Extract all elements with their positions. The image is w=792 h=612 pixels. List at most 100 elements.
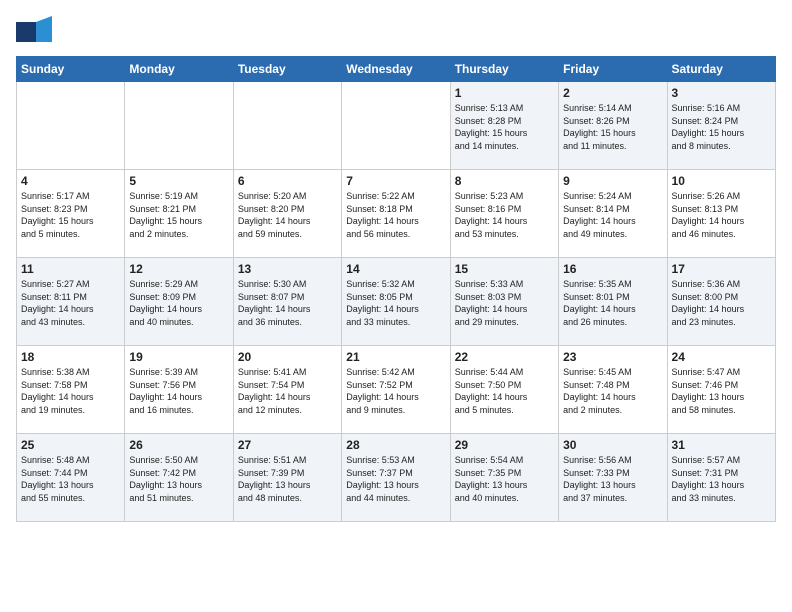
day-info: Sunrise: 5:35 AM Sunset: 8:01 PM Dayligh… <box>563 278 662 328</box>
day-number: 13 <box>238 262 337 276</box>
day-number: 5 <box>129 174 228 188</box>
day-info: Sunrise: 5:47 AM Sunset: 7:46 PM Dayligh… <box>672 366 771 416</box>
calendar-cell: 5 Sunrise: 5:19 AM Sunset: 8:21 PM Daylig… <box>125 170 233 258</box>
calendar-cell: 3 Sunrise: 5:16 AM Sunset: 8:24 PM Daylig… <box>667 82 775 170</box>
day-number: 21 <box>346 350 445 364</box>
day-info: Sunrise: 5:23 AM Sunset: 8:16 PM Dayligh… <box>455 190 554 240</box>
day-info: Sunrise: 5:41 AM Sunset: 7:54 PM Dayligh… <box>238 366 337 416</box>
day-number: 31 <box>672 438 771 452</box>
calendar-table: SundayMondayTuesdayWednesdayThursdayFrid… <box>16 56 776 522</box>
calendar-cell: 31 Sunrise: 5:57 AM Sunset: 7:31 PM Dayli… <box>667 434 775 522</box>
weekday-header-saturday: Saturday <box>667 57 775 82</box>
calendar-cell: 12 Sunrise: 5:29 AM Sunset: 8:09 PM Dayli… <box>125 258 233 346</box>
day-number: 17 <box>672 262 771 276</box>
day-info: Sunrise: 5:20 AM Sunset: 8:20 PM Dayligh… <box>238 190 337 240</box>
day-info: Sunrise: 5:57 AM Sunset: 7:31 PM Dayligh… <box>672 454 771 504</box>
day-info: Sunrise: 5:19 AM Sunset: 8:21 PM Dayligh… <box>129 190 228 240</box>
day-number: 15 <box>455 262 554 276</box>
day-number: 3 <box>672 86 771 100</box>
day-number: 14 <box>346 262 445 276</box>
calendar-cell: 19 Sunrise: 5:39 AM Sunset: 7:56 PM Dayli… <box>125 346 233 434</box>
day-number: 22 <box>455 350 554 364</box>
day-number: 16 <box>563 262 662 276</box>
day-number: 10 <box>672 174 771 188</box>
day-info: Sunrise: 5:24 AM Sunset: 8:14 PM Dayligh… <box>563 190 662 240</box>
day-number: 19 <box>129 350 228 364</box>
calendar-cell: 1 Sunrise: 5:13 AM Sunset: 8:28 PM Daylig… <box>450 82 558 170</box>
day-number: 24 <box>672 350 771 364</box>
day-info: Sunrise: 5:30 AM Sunset: 8:07 PM Dayligh… <box>238 278 337 328</box>
day-number: 12 <box>129 262 228 276</box>
calendar-cell: 22 Sunrise: 5:44 AM Sunset: 7:50 PM Dayli… <box>450 346 558 434</box>
calendar-cell: 4 Sunrise: 5:17 AM Sunset: 8:23 PM Daylig… <box>17 170 125 258</box>
weekday-header-thursday: Thursday <box>450 57 558 82</box>
day-number: 30 <box>563 438 662 452</box>
weekday-header-friday: Friday <box>559 57 667 82</box>
weekday-header-wednesday: Wednesday <box>342 57 450 82</box>
day-number: 8 <box>455 174 554 188</box>
day-info: Sunrise: 5:54 AM Sunset: 7:35 PM Dayligh… <box>455 454 554 504</box>
day-info: Sunrise: 5:53 AM Sunset: 7:37 PM Dayligh… <box>346 454 445 504</box>
day-number: 20 <box>238 350 337 364</box>
calendar-cell: 13 Sunrise: 5:30 AM Sunset: 8:07 PM Dayli… <box>233 258 341 346</box>
day-info: Sunrise: 5:51 AM Sunset: 7:39 PM Dayligh… <box>238 454 337 504</box>
calendar-cell: 17 Sunrise: 5:36 AM Sunset: 8:00 PM Dayli… <box>667 258 775 346</box>
calendar-cell <box>233 82 341 170</box>
day-number: 18 <box>21 350 120 364</box>
day-number: 1 <box>455 86 554 100</box>
calendar-cell <box>125 82 233 170</box>
weekday-header-tuesday: Tuesday <box>233 57 341 82</box>
calendar-cell: 20 Sunrise: 5:41 AM Sunset: 7:54 PM Dayli… <box>233 346 341 434</box>
calendar-cell: 2Sunrise: 5:14 AM Sunset: 8:26 PM Daylig… <box>559 82 667 170</box>
day-info: Sunrise: 5:27 AM Sunset: 8:11 PM Dayligh… <box>21 278 120 328</box>
day-number: 23 <box>563 350 662 364</box>
calendar-cell: 25 Sunrise: 5:48 AM Sunset: 7:44 PM Dayli… <box>17 434 125 522</box>
calendar-cell: 15 Sunrise: 5:33 AM Sunset: 8:03 PM Dayli… <box>450 258 558 346</box>
calendar-cell: 26 Sunrise: 5:50 AM Sunset: 7:42 PM Dayli… <box>125 434 233 522</box>
calendar-cell: 30 Sunrise: 5:56 AM Sunset: 7:33 PM Dayli… <box>559 434 667 522</box>
calendar-cell: 21 Sunrise: 5:42 AM Sunset: 7:52 PM Dayli… <box>342 346 450 434</box>
calendar-cell: 23Sunrise: 5:45 AM Sunset: 7:48 PM Dayli… <box>559 346 667 434</box>
calendar-cell: 28Sunrise: 5:53 AM Sunset: 7:37 PM Dayli… <box>342 434 450 522</box>
day-info: Sunrise: 5:44 AM Sunset: 7:50 PM Dayligh… <box>455 366 554 416</box>
day-number: 11 <box>21 262 120 276</box>
calendar-cell: 11 Sunrise: 5:27 AM Sunset: 8:11 PM Dayli… <box>17 258 125 346</box>
page-header <box>16 16 776 44</box>
calendar-cell: 16 Sunrise: 5:35 AM Sunset: 8:01 PM Dayli… <box>559 258 667 346</box>
calendar-cell: 29 Sunrise: 5:54 AM Sunset: 7:35 PM Dayli… <box>450 434 558 522</box>
day-info: Sunrise: 5:48 AM Sunset: 7:44 PM Dayligh… <box>21 454 120 504</box>
day-info: Sunrise: 5:13 AM Sunset: 8:28 PM Dayligh… <box>455 102 554 152</box>
day-info: Sunrise: 5:33 AM Sunset: 8:03 PM Dayligh… <box>455 278 554 328</box>
weekday-header-sunday: Sunday <box>17 57 125 82</box>
calendar-cell: 10 Sunrise: 5:26 AM Sunset: 8:13 PM Dayli… <box>667 170 775 258</box>
day-number: 29 <box>455 438 554 452</box>
logo-icon <box>16 16 48 44</box>
calendar-cell: 7Sunrise: 5:22 AM Sunset: 8:18 PM Daylig… <box>342 170 450 258</box>
weekday-header-monday: Monday <box>125 57 233 82</box>
day-info: Sunrise: 5:56 AM Sunset: 7:33 PM Dayligh… <box>563 454 662 504</box>
calendar-cell <box>342 82 450 170</box>
day-info: Sunrise: 5:16 AM Sunset: 8:24 PM Dayligh… <box>672 102 771 152</box>
day-number: 27 <box>238 438 337 452</box>
day-info: Sunrise: 5:42 AM Sunset: 7:52 PM Dayligh… <box>346 366 445 416</box>
day-info: Sunrise: 5:38 AM Sunset: 7:58 PM Dayligh… <box>21 366 120 416</box>
calendar-cell: 8 Sunrise: 5:23 AM Sunset: 8:16 PM Daylig… <box>450 170 558 258</box>
day-info: Sunrise: 5:29 AM Sunset: 8:09 PM Dayligh… <box>129 278 228 328</box>
day-number: 9 <box>563 174 662 188</box>
day-info: Sunrise: 5:26 AM Sunset: 8:13 PM Dayligh… <box>672 190 771 240</box>
calendar-cell: 24 Sunrise: 5:47 AM Sunset: 7:46 PM Dayli… <box>667 346 775 434</box>
calendar-cell: 27 Sunrise: 5:51 AM Sunset: 7:39 PM Dayli… <box>233 434 341 522</box>
day-info: Sunrise: 5:32 AM Sunset: 8:05 PM Dayligh… <box>346 278 445 328</box>
calendar-cell: 9 Sunrise: 5:24 AM Sunset: 8:14 PM Daylig… <box>559 170 667 258</box>
day-number: 26 <box>129 438 228 452</box>
day-number: 4 <box>21 174 120 188</box>
day-info: Sunrise: 5:39 AM Sunset: 7:56 PM Dayligh… <box>129 366 228 416</box>
day-info: Sunrise: 5:50 AM Sunset: 7:42 PM Dayligh… <box>129 454 228 504</box>
calendar-cell: 18 Sunrise: 5:38 AM Sunset: 7:58 PM Dayli… <box>17 346 125 434</box>
day-number: 25 <box>21 438 120 452</box>
day-info: Sunrise: 5:36 AM Sunset: 8:00 PM Dayligh… <box>672 278 771 328</box>
logo <box>16 16 50 44</box>
day-info: Sunrise: 5:17 AM Sunset: 8:23 PM Dayligh… <box>21 190 120 240</box>
calendar-cell: 14 Sunrise: 5:32 AM Sunset: 8:05 PM Dayli… <box>342 258 450 346</box>
calendar-cell <box>17 82 125 170</box>
